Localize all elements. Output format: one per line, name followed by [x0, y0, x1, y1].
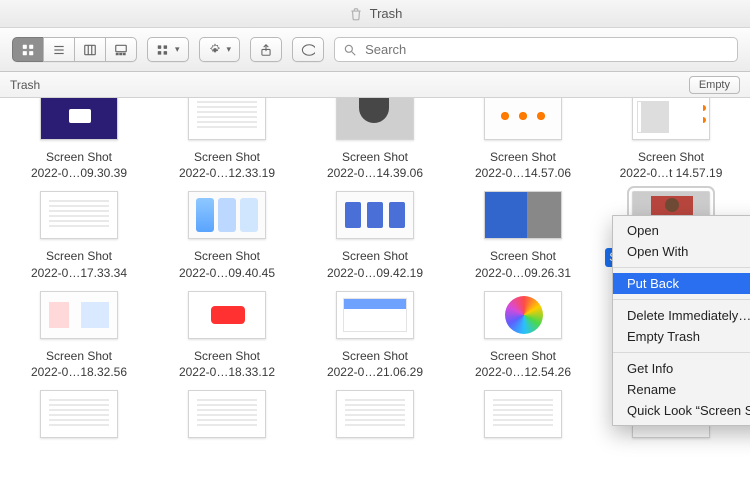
file-item[interactable]: Screen Shot2022-0…14.39.06 [302, 98, 448, 183]
thumbnail [484, 291, 562, 339]
search-input[interactable] [363, 41, 729, 58]
file-label: Screen Shot2022-0…14.57.06 [475, 149, 571, 181]
share-button[interactable] [250, 37, 282, 62]
file-item[interactable]: Screen Shot2022-0…09.40.45 [154, 185, 300, 282]
file-label: Screen Shot2022-0…18.33.12 [179, 348, 275, 380]
location-label: Trash [10, 78, 40, 92]
thumbnail [484, 98, 562, 140]
file-item[interactable]: Screen Shot2022-0…12.33.19 [154, 98, 300, 183]
menu-item[interactable]: Open With [613, 241, 750, 262]
file-item[interactable]: Screen Shot2022-0…09.30.39 [6, 98, 152, 183]
file-item[interactable]: Screen Shot2022-0…09.26.31 [450, 185, 596, 282]
menu-item[interactable]: Put Back [613, 273, 750, 294]
context-menu: OpenOpen With Put Back Delete Immediately…… [612, 215, 750, 426]
file-label: Screen Shot2022-0…09.26.31 [475, 248, 571, 280]
file-item[interactable] [154, 384, 300, 449]
trash-icon [348, 6, 364, 22]
file-label: Screen Shot2022-0…17.33.34 [31, 248, 127, 280]
menu-item[interactable]: Quick Look “Screen Shot…” [613, 400, 750, 421]
menu-item[interactable]: Open [613, 220, 750, 241]
chevron-down-icon: ▾ [175, 45, 180, 54]
thumbnail [336, 98, 414, 140]
menu-separator [613, 267, 750, 268]
thumbnail [484, 390, 562, 438]
menu-item[interactable]: Rename [613, 379, 750, 400]
location-bar: Trash Empty [0, 72, 750, 98]
thumbnail [336, 390, 414, 438]
chevron-down-icon: ▾ [227, 45, 232, 54]
menu-item[interactable]: Get Info [613, 358, 750, 379]
thumbnail [632, 98, 710, 140]
file-item[interactable]: Screen Shot2022-0…14.57.06 [450, 98, 596, 183]
menu-item[interactable]: Empty Trash [613, 326, 750, 347]
thumbnail [40, 390, 118, 438]
file-item[interactable]: Screen Shot2022-0…t 14.57.19 [598, 98, 744, 183]
file-item[interactable] [302, 384, 448, 449]
thumbnail [336, 191, 414, 239]
view-list-button[interactable] [43, 37, 74, 62]
file-label: Screen Shot2022-0…09.40.45 [179, 248, 275, 280]
thumbnail [40, 98, 118, 140]
file-label: Screen Shot2022-0…12.54.26 [475, 348, 571, 380]
empty-trash-button[interactable]: Empty [689, 76, 740, 94]
file-item[interactable] [450, 384, 596, 449]
view-columns-button[interactable] [74, 37, 105, 62]
file-item[interactable]: Screen Shot2022-0…18.32.56 [6, 285, 152, 382]
thumbnail [336, 291, 414, 339]
file-label: Screen Shot2022-0…14.39.06 [327, 149, 423, 181]
search-field[interactable] [334, 37, 738, 62]
menu-separator [613, 299, 750, 300]
file-label: Screen Shot2022-0…09.30.39 [31, 149, 127, 181]
file-label: Screen Shot2022-0…t 14.57.19 [620, 149, 723, 181]
window-title: Trash [370, 6, 403, 21]
file-label: Screen Shot2022-0…18.32.56 [31, 348, 127, 380]
menu-item[interactable]: Delete Immediately… [613, 305, 750, 326]
group-by-button[interactable]: ▾ [147, 37, 189, 62]
view-icons-button[interactable] [12, 37, 43, 62]
thumbnail [484, 191, 562, 239]
action-button[interactable]: ▾ [199, 37, 241, 62]
file-item[interactable]: Screen Shot2022-0…18.33.12 [154, 285, 300, 382]
tags-button[interactable] [292, 37, 324, 62]
thumbnail [188, 291, 266, 339]
view-mode-segment [12, 37, 137, 62]
file-label: Screen Shot2022-0…21.06.29 [327, 348, 423, 380]
toolbar: ▾ ▾ [0, 28, 750, 72]
file-item[interactable]: Screen Shot2022-0…17.33.34 [6, 185, 152, 282]
file-item[interactable]: Screen Shot2022-0…09.42.19 [302, 185, 448, 282]
file-item[interactable]: Screen Shot2022-0…21.06.29 [302, 285, 448, 382]
thumbnail [188, 390, 266, 438]
thumbnail [40, 291, 118, 339]
thumbnail [188, 191, 266, 239]
file-item[interactable]: Screen Shot2022-0…12.54.26 [450, 285, 596, 382]
file-label: Screen Shot2022-0…09.42.19 [327, 248, 423, 280]
file-item[interactable] [6, 384, 152, 449]
titlebar: Trash [0, 0, 750, 28]
finder-window: Trash ▾ ▾ [0, 0, 750, 500]
thumbnail [188, 98, 266, 140]
file-label: Screen Shot2022-0…12.33.19 [179, 149, 275, 181]
search-icon [343, 43, 357, 57]
menu-separator [613, 352, 750, 353]
thumbnail [40, 191, 118, 239]
view-gallery-button[interactable] [105, 37, 137, 62]
